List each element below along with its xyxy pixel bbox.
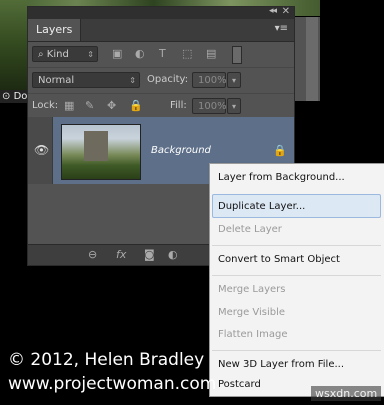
- menu-item-duplicate-layer[interactable]: Duplicate Layer...: [218, 201, 305, 212]
- tab-layers[interactable]: Layers: [28, 19, 82, 41]
- menu-item-merge-layers: Merge Layers: [218, 284, 286, 295]
- menu-item-convert-to-smart-object[interactable]: Convert to Smart Object: [218, 254, 340, 265]
- castle-tower-image: [84, 131, 108, 161]
- panel-title-strip: ◂◂ ✕: [28, 6, 294, 19]
- filter-toggle-switch[interactable]: [232, 46, 242, 64]
- lock-image-brush-icon[interactable]: ✎: [85, 99, 94, 113]
- menu-separator: [212, 245, 381, 246]
- visibility-toggle[interactable]: 👁: [28, 117, 53, 184]
- menu-item-delete-layer: Delete Layer: [218, 224, 282, 235]
- filter-row: ⌕ Kind ⇕ ▣ ◐ T ⬚ ▤: [28, 42, 294, 68]
- blend-row: Normal ⇕ Opacity: 100% ▾: [28, 68, 294, 94]
- document-photo-left: [0, 0, 27, 90]
- menu-item-flatten-image: Flatten Image: [218, 329, 288, 340]
- adjustment-layer-icon[interactable]: ◐: [168, 248, 178, 261]
- menu-separator: [212, 275, 381, 276]
- layer-thumbnail[interactable]: [61, 124, 141, 180]
- website-text: www.projectwoman.com: [8, 374, 217, 394]
- filter-kind-value: Kind: [46, 49, 69, 60]
- add-mask-icon[interactable]: ◙: [144, 248, 155, 261]
- vertical-scrollbar[interactable]: [306, 17, 318, 101]
- context-menu: Layer from Background... Duplicate Layer…: [209, 163, 384, 397]
- opacity-value: 100%: [198, 75, 227, 86]
- shape-filter-icon[interactable]: ⬚: [182, 47, 192, 61]
- fx-icon[interactable]: fx: [116, 248, 126, 261]
- opacity-dropdown-icon[interactable]: ▾: [227, 72, 241, 88]
- link-layers-icon[interactable]: ⊖: [88, 248, 97, 261]
- stepper-icon: ⇕: [87, 50, 94, 59]
- lock-position-icon[interactable]: ✥: [107, 99, 116, 113]
- eye-icon[interactable]: 👁: [34, 143, 49, 157]
- menu-item-merge-visible: Merge Visible: [218, 307, 286, 318]
- menu-item-postcard[interactable]: Postcard: [218, 379, 261, 390]
- menu-item-layer-from-background[interactable]: Layer from Background...: [218, 172, 345, 183]
- pixel-filter-icon[interactable]: ▣: [112, 47, 122, 61]
- fill-value: 100%: [198, 101, 227, 112]
- lock-transparent-icon[interactable]: ▦: [64, 99, 74, 113]
- fill-dropdown-icon[interactable]: ▾: [227, 98, 241, 114]
- lock-label: Lock:: [32, 100, 59, 111]
- search-icon: ⌕: [38, 49, 44, 60]
- fill-field[interactable]: 100%: [192, 98, 227, 114]
- collapse-arrows-icon[interactable]: ◂◂: [269, 6, 277, 16]
- copyright-text: © 2012, Helen Bradley: [8, 350, 205, 370]
- lock-icon: 🔒: [273, 144, 287, 157]
- canvas-edge: [320, 0, 384, 120]
- layer-name[interactable]: Background: [151, 145, 211, 156]
- blend-mode-select[interactable]: Normal ⇕: [32, 72, 140, 88]
- smart-object-filter-icon[interactable]: ▤: [206, 47, 216, 61]
- menu-separator: [212, 350, 381, 351]
- fill-label: Fill:: [170, 100, 187, 111]
- panel-menu-icon[interactable]: ▾≡: [275, 23, 288, 34]
- adjustment-filter-icon[interactable]: ◐: [135, 47, 145, 61]
- opacity-label: Opacity:: [147, 74, 189, 85]
- filter-kind-select[interactable]: ⌕ Kind ⇕: [32, 46, 98, 62]
- close-icon[interactable]: ✕: [282, 6, 290, 17]
- menu-item-new-3d-layer-from-file[interactable]: New 3D Layer from File...: [218, 359, 344, 370]
- blend-mode-value: Normal: [38, 75, 75, 86]
- opacity-field[interactable]: 100%: [192, 72, 227, 88]
- stepper-icon: ⇕: [129, 76, 136, 85]
- watermark-text: wsxdn.com: [311, 386, 382, 401]
- lock-all-icon[interactable]: 🔒: [129, 99, 143, 113]
- panel-tab-bar: Layers ▾≡: [28, 19, 294, 42]
- type-filter-icon[interactable]: T: [159, 47, 166, 61]
